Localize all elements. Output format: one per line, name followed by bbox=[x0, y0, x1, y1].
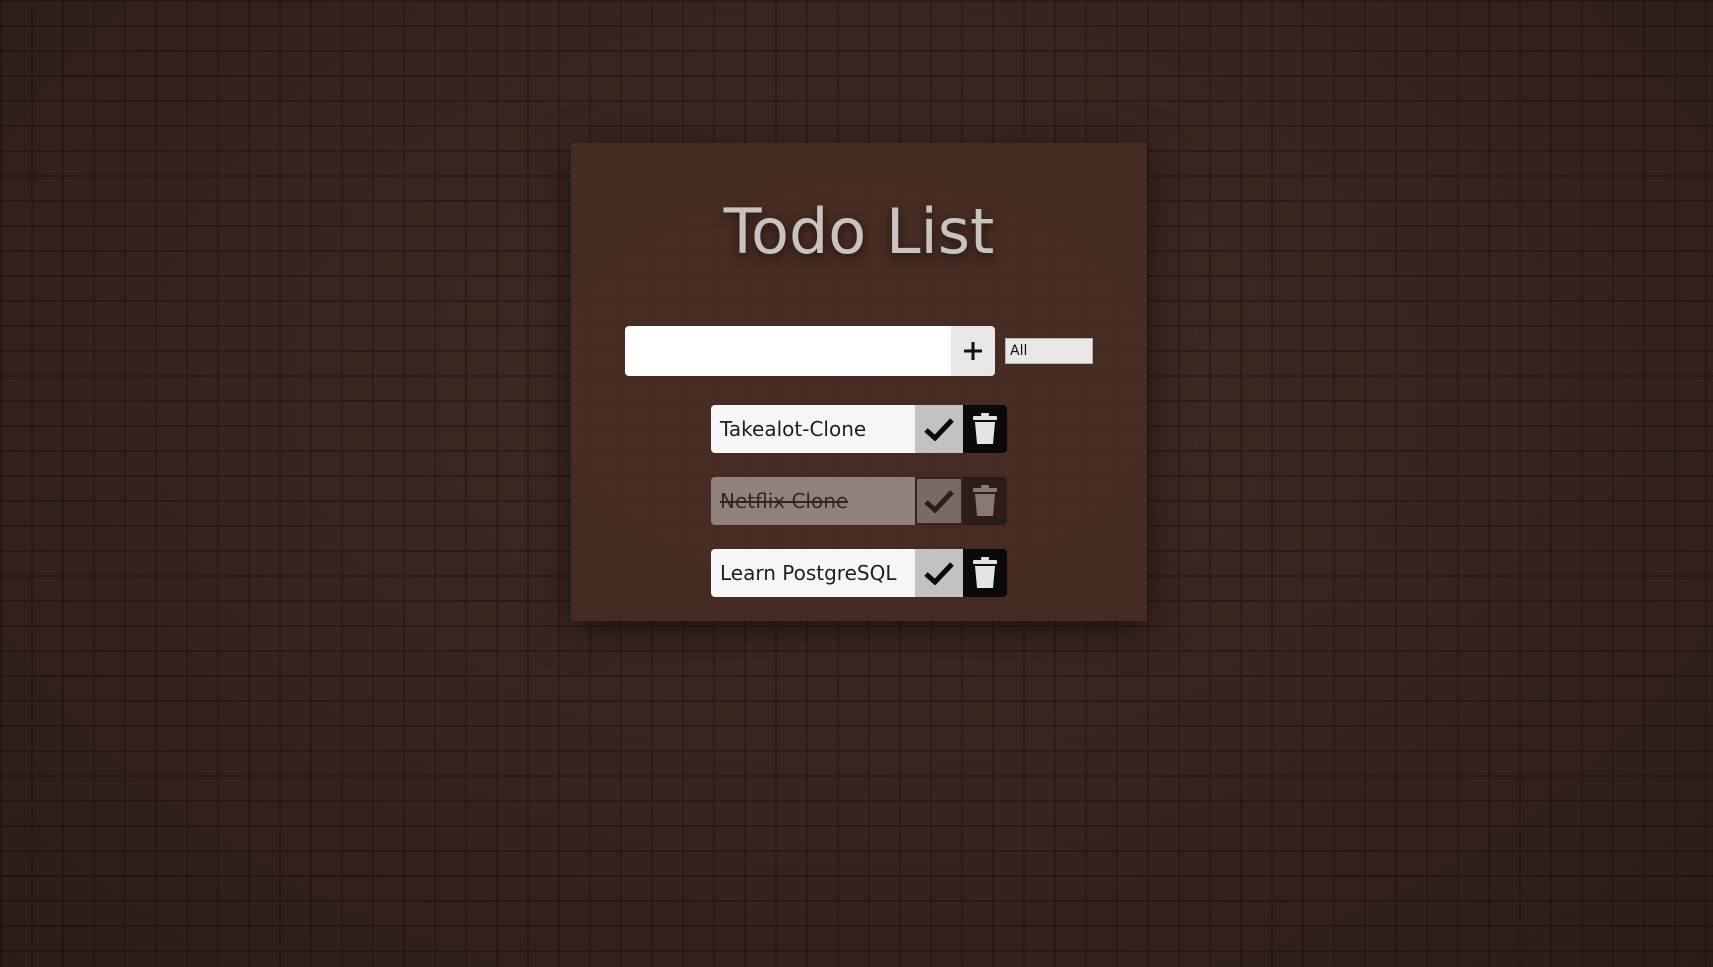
plus-icon bbox=[964, 342, 982, 360]
check-icon bbox=[924, 490, 954, 513]
todo-list: Takealot-Clone Netflix Clone Learn Postg… bbox=[711, 405, 1007, 621]
todo-item: Takealot-Clone bbox=[711, 405, 1007, 453]
todo-item-completed: Netflix Clone bbox=[711, 477, 1007, 525]
todo-card: Todo List All Takealot-Clone Netflix Clo… bbox=[571, 143, 1147, 621]
todo-item-text: Netflix Clone bbox=[711, 477, 915, 525]
check-icon bbox=[924, 562, 954, 585]
delete-button[interactable] bbox=[963, 549, 1007, 597]
trash-icon bbox=[973, 485, 997, 516]
filter-select[interactable]: All bbox=[1005, 338, 1093, 364]
page-title: Todo List bbox=[723, 195, 995, 268]
trash-icon bbox=[973, 413, 997, 444]
trash-icon bbox=[973, 557, 997, 588]
add-todo-button[interactable] bbox=[951, 326, 995, 376]
filter-selected-value: All bbox=[1010, 343, 1028, 359]
todo-item-text: Learn PostgreSQL bbox=[711, 549, 915, 597]
check-icon bbox=[924, 418, 954, 441]
todo-item-text: Takealot-Clone bbox=[711, 405, 915, 453]
todo-input[interactable] bbox=[625, 326, 951, 376]
complete-button[interactable] bbox=[915, 477, 963, 525]
delete-button[interactable] bbox=[963, 405, 1007, 453]
add-todo-form: All bbox=[625, 326, 1093, 376]
todo-item: Learn PostgreSQL bbox=[711, 549, 1007, 597]
complete-button[interactable] bbox=[915, 549, 963, 597]
delete-button[interactable] bbox=[963, 477, 1007, 525]
complete-button[interactable] bbox=[915, 405, 963, 453]
